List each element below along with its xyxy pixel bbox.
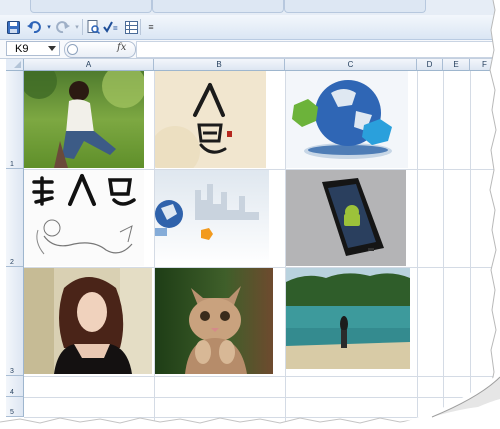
- formula-tools: fx: [64, 41, 136, 58]
- select-all-corner[interactable]: [6, 59, 24, 71]
- row-header-4[interactable]: 4: [6, 376, 24, 397]
- column-header-c[interactable]: C: [285, 59, 417, 71]
- globe-city-skyline-image[interactable]: [155, 170, 269, 266]
- column-header-d[interactable]: D: [417, 59, 443, 71]
- table-format-icon[interactable]: [122, 18, 140, 36]
- android-smartphone-photo[interactable]: [286, 170, 406, 266]
- woman-sitting-on-grass-photo[interactable]: [24, 71, 144, 168]
- page-curl-decoration: [380, 373, 500, 429]
- calligraphy-art-image[interactable]: [155, 71, 266, 168]
- formula-tools-handle-icon[interactable]: [67, 44, 78, 55]
- row-header-3[interactable]: 3: [6, 267, 24, 376]
- column-header-e[interactable]: E: [443, 59, 470, 71]
- spelling-check-icon[interactable]: =: [102, 18, 122, 36]
- customize-toolbar-icon[interactable]: ≡: [142, 18, 160, 36]
- column-header-b[interactable]: B: [154, 59, 285, 71]
- ribbon-tab[interactable]: [30, 0, 152, 13]
- mermaid-calligraphy-image[interactable]: [24, 170, 144, 266]
- print-preview-icon[interactable]: [84, 18, 102, 36]
- woman-portrait-photo[interactable]: [24, 268, 152, 374]
- torn-edge-decoration: [489, 0, 500, 429]
- ribbon-tab[interactable]: [152, 0, 284, 13]
- formula-input[interactable]: [136, 41, 500, 58]
- name-box-dropdown-icon[interactable]: [48, 46, 56, 51]
- column-header-a[interactable]: A: [24, 59, 154, 71]
- row-number: 4: [10, 389, 14, 396]
- save-icon[interactable]: [4, 18, 22, 36]
- row-number: 3: [10, 368, 14, 375]
- row-header-2[interactable]: 2: [6, 169, 24, 267]
- toolbar-separator: [140, 19, 141, 35]
- formula-bar: K9 fx: [0, 40, 500, 59]
- row-number: 2: [10, 259, 14, 266]
- ribbon-tab-strip: [0, 0, 500, 16]
- lake-landscape-photo[interactable]: [286, 268, 410, 369]
- row-number: 1: [10, 161, 14, 168]
- insert-function-icon[interactable]: fx: [117, 42, 126, 53]
- row-header-1[interactable]: 1: [6, 71, 24, 169]
- ribbon-tab[interactable]: [284, 0, 426, 13]
- globe-with-cubes-image[interactable]: [286, 71, 408, 168]
- kitten-photo[interactable]: [155, 268, 273, 374]
- svg-text:=: =: [113, 24, 118, 33]
- toolbar-separator: [82, 19, 83, 35]
- quick-access-toolbar: ▾ ▾ = ≡: [0, 15, 500, 40]
